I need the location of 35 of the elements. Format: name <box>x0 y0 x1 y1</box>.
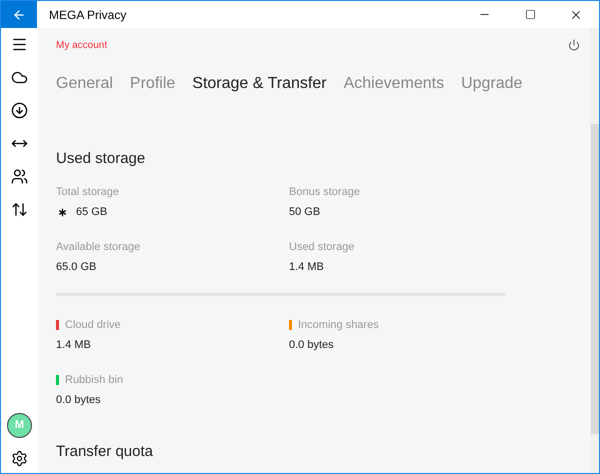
up-down-arrows-icon[interactable] <box>11 201 28 218</box>
tab[interactable]: Profile <box>130 72 176 96</box>
section-title: Used storage <box>56 149 146 169</box>
menu-icon[interactable] <box>11 36 28 53</box>
stat-label: Bonus storage <box>289 184 361 200</box>
maximize-icon <box>524 9 536 20</box>
stat-label: Used storage <box>289 240 356 254</box>
legend-label: Incoming shares <box>298 318 379 332</box>
stat-value: 65 GB <box>76 205 108 220</box>
section-title: Transfer quota <box>56 442 154 462</box>
tab[interactable]: Storage & Transfer <box>192 72 327 96</box>
legend-value: 0.0 bytes <box>56 393 102 408</box>
download-icon[interactable] <box>11 102 28 119</box>
back-button[interactable] <box>1 1 37 28</box>
stat-label: Total storage <box>56 184 120 200</box>
back-icon <box>12 8 26 22</box>
scrollbar[interactable] <box>590 28 599 473</box>
cloud-icon[interactable] <box>11 69 28 86</box>
tab[interactable]: General <box>56 72 113 96</box>
logout-icon[interactable] <box>568 39 580 51</box>
legend-value: 0.0 bytes <box>289 338 335 353</box>
settings-icon[interactable] <box>11 450 28 467</box>
contacts-icon[interactable] <box>11 168 28 185</box>
legend-label: Cloud drive <box>65 318 121 332</box>
legend-label: Rubbish bin <box>65 372 124 388</box>
tab[interactable]: Upgrade <box>461 72 522 96</box>
stat-value: 65.0 GB <box>56 260 96 275</box>
stat-value: 50 GB <box>289 205 320 220</box>
asterisk-icon <box>56 206 69 219</box>
window-title: MEGA Privacy <box>49 6 126 24</box>
legend-value: 1.4 MB <box>56 338 92 353</box>
stat-value: 1.4 MB <box>289 260 324 275</box>
tab[interactable]: Achievements <box>344 72 444 96</box>
stat-label: Available storage <box>56 240 142 254</box>
breadcrumb[interactable]: My account <box>56 38 108 52</box>
